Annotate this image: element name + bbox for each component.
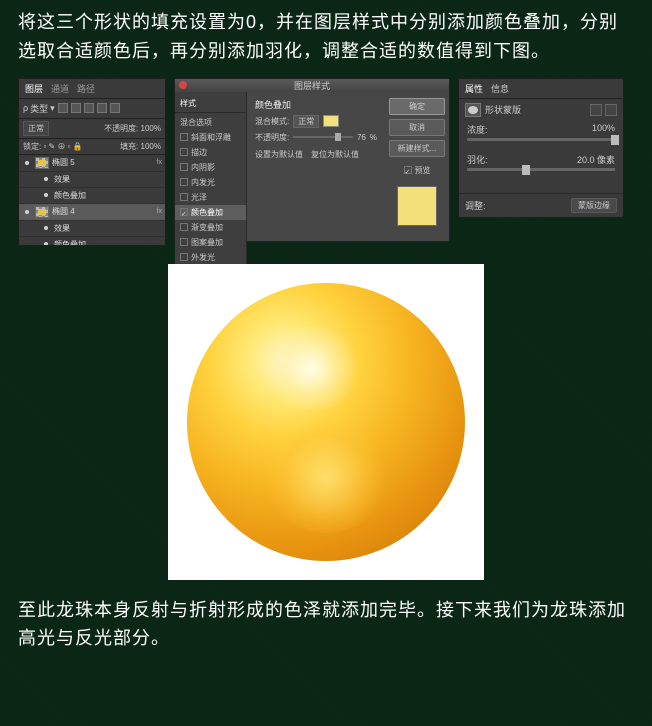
- dialog-titlebar[interactable]: 图层样式: [175, 79, 449, 92]
- panels-row: 图层 通道 路径 ρ 类型 ▾ 正常 不透明度: 100% 锁定: ▫ ✎ ⊕ …: [0, 78, 652, 246]
- style-item[interactable]: 光泽: [175, 190, 246, 205]
- result-canvas: [168, 264, 484, 580]
- close-icon[interactable]: [179, 81, 187, 89]
- preview-swatch: [397, 186, 437, 226]
- style-item[interactable]: 外发光: [175, 250, 246, 265]
- layers-list: 椭圆 5 fx 效果 颜色叠加 椭圆 4 fx 效果: [19, 155, 165, 245]
- blend-mode-select[interactable]: 正常: [293, 115, 319, 128]
- density-slider[interactable]: [467, 138, 615, 141]
- layer-thumb: [35, 206, 49, 218]
- layer-effect-row[interactable]: 效果: [19, 221, 165, 237]
- feather-row: 羽化: 20.0 像素: [459, 151, 623, 181]
- checkbox-icon[interactable]: [180, 193, 188, 201]
- dialog-buttons: 确定 取消 新建样式... 预览: [385, 92, 449, 284]
- reset-default-link[interactable]: 复位为默认值: [311, 149, 359, 160]
- visibility-icon[interactable]: [41, 175, 51, 183]
- visibility-icon[interactable]: [41, 240, 51, 245]
- tab-paths[interactable]: 路径: [77, 82, 95, 95]
- layer-style-dialog: 图层样式 样式 混合选项 斜面和浮雕 描边 内阴影 内发光 光泽 颜色叠加 渐变…: [174, 78, 450, 242]
- style-item[interactable]: 混合选项: [175, 115, 246, 130]
- tab-info[interactable]: 信息: [491, 82, 509, 95]
- section-title: 颜色叠加: [255, 98, 377, 111]
- properties-footer: 调整: 蒙版边缘: [459, 193, 623, 217]
- pixel-mask-icon[interactable]: [590, 104, 602, 116]
- layer-effect-row[interactable]: 颜色叠加: [19, 188, 165, 204]
- filter-icon[interactable]: [58, 103, 68, 113]
- checkbox-icon[interactable]: [180, 148, 188, 156]
- layers-filter-row: ρ 类型 ▾: [19, 99, 165, 119]
- layer-thumb: [35, 157, 49, 169]
- tab-properties[interactable]: 属性: [465, 82, 483, 95]
- vector-mask-icon[interactable]: [605, 104, 617, 116]
- opacity-slider[interactable]: [293, 136, 353, 138]
- checkbox-icon[interactable]: [404, 166, 412, 174]
- checkbox-icon[interactable]: [180, 163, 188, 171]
- visibility-icon[interactable]: [22, 159, 32, 167]
- new-style-button[interactable]: 新建样式...: [389, 140, 445, 157]
- checkbox-icon[interactable]: [180, 223, 188, 231]
- layer-effect-row[interactable]: 颜色叠加: [19, 237, 165, 245]
- tab-channels[interactable]: 通道: [51, 82, 69, 95]
- style-item[interactable]: 斜面和浮雕: [175, 130, 246, 145]
- visibility-icon[interactable]: [41, 224, 51, 232]
- checkbox-icon[interactable]: [180, 178, 188, 186]
- blend-mode-select[interactable]: 正常: [23, 121, 49, 136]
- tab-layers[interactable]: 图层: [25, 82, 43, 95]
- mask-edge-button[interactable]: 蒙版边缘: [571, 198, 617, 213]
- visibility-icon[interactable]: [22, 208, 32, 216]
- filter-icon[interactable]: [71, 103, 81, 113]
- density-row: 浓度: 100%: [459, 121, 623, 151]
- filter-icon[interactable]: [110, 103, 120, 113]
- lock-fill-row: 锁定: ▫ ✎ ⊕ ▫ 🔒 填充: 100%: [19, 139, 165, 155]
- ok-button[interactable]: 确定: [389, 98, 445, 115]
- filter-icon[interactable]: [84, 103, 94, 113]
- properties-panel: 属性 信息 形状蒙版 浓度: 100% 羽化: 20.0 像素: [458, 78, 624, 218]
- style-item[interactable]: 描边: [175, 145, 246, 160]
- visibility-icon[interactable]: [41, 191, 51, 199]
- blend-opacity-row: 正常 不透明度: 100%: [19, 119, 165, 139]
- feather-value[interactable]: 20.0 像素: [577, 153, 615, 166]
- properties-tabs[interactable]: 属性 信息: [459, 79, 623, 99]
- style-options: 颜色叠加 混合模式: 正常 不透明度: 76 % 设置为默认值 复位为默认值: [247, 92, 385, 284]
- instruction-bottom: 至此龙珠本身反射与折射形成的色泽就添加完毕。接下来我们为龙珠添加高光与反光部分。: [0, 580, 652, 654]
- layer-row[interactable]: 椭圆 4 fx: [19, 204, 165, 221]
- filter-icon[interactable]: [97, 103, 107, 113]
- layers-panel: 图层 通道 路径 ρ 类型 ▾ 正常 不透明度: 100% 锁定: ▫ ✎ ⊕ …: [18, 78, 166, 246]
- checkbox-icon[interactable]: [180, 238, 188, 246]
- checkbox-icon[interactable]: [180, 208, 188, 216]
- style-item[interactable]: 图案叠加: [175, 235, 246, 250]
- cancel-button[interactable]: 取消: [389, 119, 445, 136]
- set-default-link[interactable]: 设置为默认值: [255, 149, 303, 160]
- style-item[interactable]: 内发光: [175, 175, 246, 190]
- dialog-title: 图层样式: [294, 79, 330, 92]
- mask-icon: [465, 103, 481, 117]
- checkbox-icon[interactable]: [180, 133, 188, 141]
- layers-panel-tabs[interactable]: 图层 通道 路径: [19, 79, 165, 99]
- style-item[interactable]: 内阴影: [175, 160, 246, 175]
- color-swatch[interactable]: [323, 115, 339, 127]
- opacity-value[interactable]: 76: [357, 133, 366, 142]
- styles-list: 样式 混合选项 斜面和浮雕 描边 内阴影 内发光 光泽 颜色叠加 渐变叠加 图案…: [175, 92, 247, 284]
- feather-slider[interactable]: [467, 168, 615, 171]
- kind-dropdown[interactable]: ρ 类型 ▾: [23, 102, 55, 115]
- instruction-top: 将这三个形状的填充设置为0，并在图层样式中分别添加颜色叠加，分别选取合适颜色后，…: [0, 0, 652, 74]
- checkbox-icon[interactable]: [180, 253, 188, 261]
- layer-effect-row[interactable]: 效果: [19, 172, 165, 188]
- style-item-color-overlay[interactable]: 颜色叠加: [175, 205, 246, 220]
- layer-row[interactable]: 椭圆 5 fx: [19, 155, 165, 172]
- sphere-graphic: [187, 283, 465, 561]
- mask-header: 形状蒙版: [459, 99, 623, 121]
- styles-header: 样式: [175, 96, 246, 113]
- style-item[interactable]: 渐变叠加: [175, 220, 246, 235]
